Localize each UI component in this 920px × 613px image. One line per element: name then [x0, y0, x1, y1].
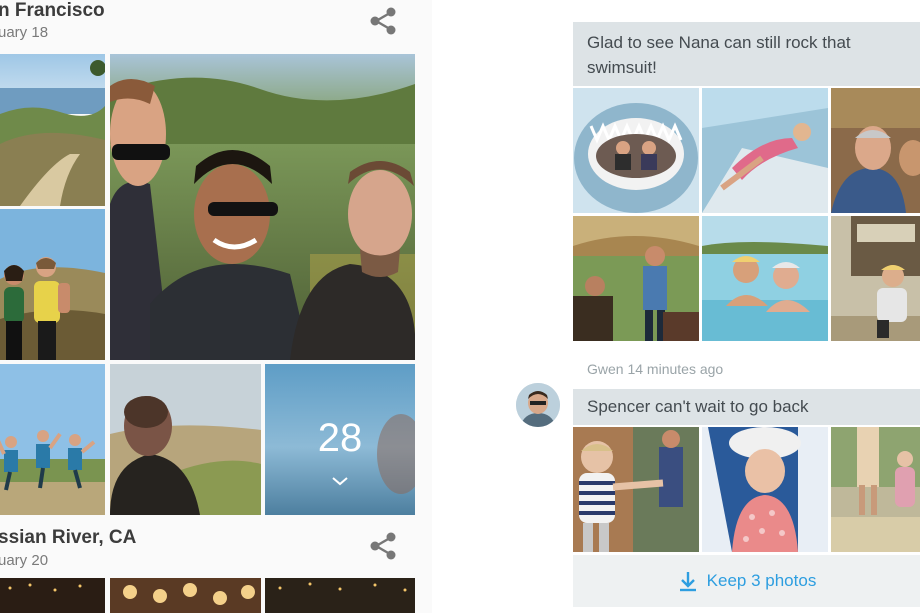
post-author-time: Gwen 14 minutes ago	[587, 361, 724, 377]
photo-thumbnail[interactable]	[110, 578, 261, 613]
share-button[interactable]	[366, 529, 400, 563]
album-date: uary 18	[0, 24, 49, 41]
share-icon	[370, 532, 396, 560]
shared-feed-panel: Glad to see Nana can still rock that swi…	[432, 0, 920, 613]
photo-thumbnail[interactable]	[831, 216, 920, 341]
photo-thumbnail[interactable]	[831, 427, 920, 552]
album-title: ssian River, CA	[0, 527, 137, 548]
photo-thumbnail[interactable]	[0, 578, 105, 613]
more-count: 28	[317, 416, 363, 460]
albums-panel: n Francisco uary 18 28 ssian River, CA u…	[0, 0, 432, 613]
photo-thumbnail[interactable]	[702, 216, 828, 341]
photo-thumbnail[interactable]	[702, 427, 828, 552]
keep-photos-label: Keep 3 photos	[706, 571, 817, 590]
share-icon	[370, 7, 396, 35]
photo-thumbnail[interactable]	[110, 364, 261, 515]
avatar[interactable]	[516, 383, 560, 427]
share-button[interactable]	[366, 4, 400, 38]
post-caption: Glad to see Nana can still rock that swi…	[573, 22, 920, 86]
photo-thumbnail[interactable]	[0, 364, 105, 515]
more-photos-tile[interactable]: 28	[265, 364, 415, 515]
photo-thumbnail[interactable]	[0, 54, 105, 206]
keep-photos-button[interactable]: Keep 3 photos	[573, 555, 920, 607]
photo-thumbnail[interactable]	[573, 427, 699, 552]
photo-thumbnail[interactable]	[0, 209, 105, 360]
photo-thumbnail[interactable]	[831, 88, 920, 213]
photo-thumbnail[interactable]	[110, 54, 415, 360]
download-icon	[679, 572, 696, 592]
photo-thumbnail[interactable]	[573, 88, 699, 213]
photo-thumbnail[interactable]	[265, 578, 415, 613]
album-date: uary 20	[0, 552, 49, 569]
photo-thumbnail[interactable]	[573, 216, 699, 341]
photo-thumbnail[interactable]	[702, 88, 828, 213]
post-caption: Spencer can't wait to go back	[573, 389, 920, 425]
chevron-down-icon	[328, 474, 352, 488]
album-title: n Francisco	[0, 0, 105, 21]
